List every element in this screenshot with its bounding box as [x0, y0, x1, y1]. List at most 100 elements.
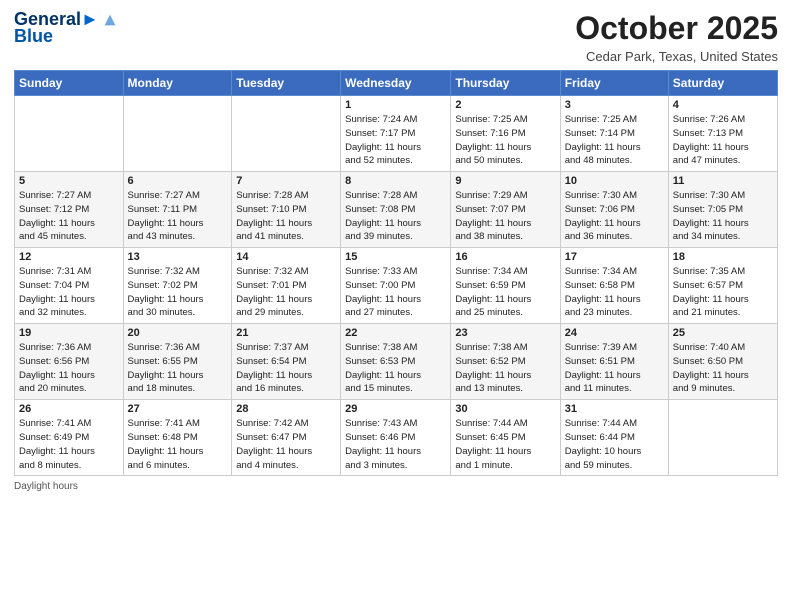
day-info: Sunrise: 7:43 AM Sunset: 6:46 PM Dayligh… — [345, 417, 446, 472]
day-number: 4 — [673, 99, 773, 111]
calendar-week-row: 5 Sunrise: 7:27 AM Sunset: 7:12 PM Daylig… — [15, 172, 778, 248]
day-number: 22 — [345, 327, 446, 339]
day-info: Sunrise: 7:28 AM Sunset: 7:10 PM Dayligh… — [236, 189, 336, 244]
day-number: 20 — [128, 327, 228, 339]
daylight-label: Daylight hours — [14, 481, 78, 492]
day-number: 12 — [19, 251, 119, 263]
col-friday: Friday — [560, 71, 668, 96]
day-info: Sunrise: 7:25 AM Sunset: 7:16 PM Dayligh… — [455, 113, 555, 168]
calendar-cell: 22 Sunrise: 7:38 AM Sunset: 6:53 PM Dayli… — [341, 324, 451, 400]
day-number: 16 — [455, 251, 555, 263]
calendar-cell — [15, 96, 124, 172]
calendar-cell: 19Sunrise: 7:36 AM Sunset: 6:56 PM Dayli… — [15, 324, 124, 400]
day-info: Sunrise: 7:35 AM Sunset: 6:57 PM Dayligh… — [673, 265, 773, 320]
day-info: Sunrise: 7:27 AM Sunset: 7:11 PM Dayligh… — [128, 189, 228, 244]
day-info: Sunrise: 7:34 AM Sunset: 6:58 PM Dayligh… — [565, 265, 664, 320]
calendar-cell: 25Sunrise: 7:40 AM Sunset: 6:50 PM Dayli… — [668, 324, 777, 400]
day-number: 11 — [673, 175, 773, 187]
day-info: Sunrise: 7:33 AM Sunset: 7:00 PM Dayligh… — [345, 265, 446, 320]
col-sunday: Sunday — [15, 71, 124, 96]
col-monday: Monday — [123, 71, 232, 96]
day-number: 13 — [128, 251, 228, 263]
day-number: 21 — [236, 327, 336, 339]
col-wednesday: Wednesday — [341, 71, 451, 96]
day-info: Sunrise: 7:36 AM Sunset: 6:56 PM Dayligh… — [19, 341, 119, 396]
day-info: Sunrise: 7:30 AM Sunset: 7:06 PM Dayligh… — [565, 189, 664, 244]
day-number: 17 — [565, 251, 664, 263]
calendar-cell: 15 Sunrise: 7:33 AM Sunset: 7:00 PM Dayli… — [341, 248, 451, 324]
calendar-cell: 17 Sunrise: 7:34 AM Sunset: 6:58 PM Dayli… — [560, 248, 668, 324]
calendar-cell: 12Sunrise: 7:31 AM Sunset: 7:04 PM Dayli… — [15, 248, 124, 324]
day-info: Sunrise: 7:44 AM Sunset: 6:45 PM Dayligh… — [455, 417, 555, 472]
day-info: Sunrise: 7:39 AM Sunset: 6:51 PM Dayligh… — [565, 341, 664, 396]
day-info: Sunrise: 7:41 AM Sunset: 6:48 PM Dayligh… — [128, 417, 228, 472]
day-number: 27 — [128, 403, 228, 415]
calendar-cell: 3Sunrise: 7:25 AM Sunset: 7:14 PM Daylig… — [560, 96, 668, 172]
calendar-cell: 9 Sunrise: 7:29 AM Sunset: 7:07 PM Daylig… — [451, 172, 560, 248]
day-number: 24 — [565, 327, 664, 339]
logo-icon — [101, 11, 119, 29]
day-info: Sunrise: 7:37 AM Sunset: 6:54 PM Dayligh… — [236, 341, 336, 396]
calendar-cell: 1 Sunrise: 7:24 AM Sunset: 7:17 PM Daylig… — [341, 96, 451, 172]
day-number: 1 — [345, 99, 446, 111]
footer: Daylight hours — [14, 481, 778, 492]
day-info: Sunrise: 7:36 AM Sunset: 6:55 PM Dayligh… — [128, 341, 228, 396]
calendar-cell: 5 Sunrise: 7:27 AM Sunset: 7:12 PM Daylig… — [15, 172, 124, 248]
day-number: 14 — [236, 251, 336, 263]
day-number: 6 — [128, 175, 228, 187]
page: General► Blue October 2025 Cedar Park, T… — [0, 0, 792, 612]
day-number: 5 — [19, 175, 119, 187]
header: General► Blue October 2025 Cedar Park, T… — [14, 10, 778, 64]
day-number: 28 — [236, 403, 336, 415]
day-number: 2 — [455, 99, 555, 111]
calendar-week-row: 19Sunrise: 7:36 AM Sunset: 6:56 PM Dayli… — [15, 324, 778, 400]
calendar-cell: 18Sunrise: 7:35 AM Sunset: 6:57 PM Dayli… — [668, 248, 777, 324]
calendar-cell: 28Sunrise: 7:42 AM Sunset: 6:47 PM Dayli… — [232, 400, 341, 476]
day-number: 15 — [345, 251, 446, 263]
day-info: Sunrise: 7:26 AM Sunset: 7:13 PM Dayligh… — [673, 113, 773, 168]
day-number: 7 — [236, 175, 336, 187]
calendar-cell: 14 Sunrise: 7:32 AM Sunset: 7:01 PM Dayli… — [232, 248, 341, 324]
day-number: 26 — [19, 403, 119, 415]
calendar-cell: 20 Sunrise: 7:36 AM Sunset: 6:55 PM Dayli… — [123, 324, 232, 400]
col-saturday: Saturday — [668, 71, 777, 96]
day-info: Sunrise: 7:44 AM Sunset: 6:44 PM Dayligh… — [565, 417, 664, 472]
day-number: 30 — [455, 403, 555, 415]
day-info: Sunrise: 7:41 AM Sunset: 6:49 PM Dayligh… — [19, 417, 119, 472]
calendar-cell: 24 Sunrise: 7:39 AM Sunset: 6:51 PM Dayli… — [560, 324, 668, 400]
day-info: Sunrise: 7:32 AM Sunset: 7:02 PM Dayligh… — [128, 265, 228, 320]
calendar-cell: 29 Sunrise: 7:43 AM Sunset: 6:46 PM Dayli… — [341, 400, 451, 476]
calendar-cell: 11 Sunrise: 7:30 AM Sunset: 7:05 PM Dayli… — [668, 172, 777, 248]
calendar-cell: 31Sunrise: 7:44 AM Sunset: 6:44 PM Dayli… — [560, 400, 668, 476]
calendar-cell: 27 Sunrise: 7:41 AM Sunset: 6:48 PM Dayli… — [123, 400, 232, 476]
day-info: Sunrise: 7:32 AM Sunset: 7:01 PM Dayligh… — [236, 265, 336, 320]
day-info: Sunrise: 7:27 AM Sunset: 7:12 PM Dayligh… — [19, 189, 119, 244]
day-info: Sunrise: 7:29 AM Sunset: 7:07 PM Dayligh… — [455, 189, 555, 244]
day-info: Sunrise: 7:38 AM Sunset: 6:53 PM Dayligh… — [345, 341, 446, 396]
day-number: 29 — [345, 403, 446, 415]
calendar-cell: 26 Sunrise: 7:41 AM Sunset: 6:49 PM Dayli… — [15, 400, 124, 476]
day-info: Sunrise: 7:40 AM Sunset: 6:50 PM Dayligh… — [673, 341, 773, 396]
calendar-cell: 6 Sunrise: 7:27 AM Sunset: 7:11 PM Daylig… — [123, 172, 232, 248]
day-info: Sunrise: 7:34 AM Sunset: 6:59 PM Dayligh… — [455, 265, 555, 320]
month-title: October 2025 — [575, 10, 778, 47]
calendar-week-row: 1 Sunrise: 7:24 AM Sunset: 7:17 PM Daylig… — [15, 96, 778, 172]
location: Cedar Park, Texas, United States — [575, 49, 778, 64]
calendar-cell — [668, 400, 777, 476]
day-info: Sunrise: 7:38 AM Sunset: 6:52 PM Dayligh… — [455, 341, 555, 396]
calendar-cell: 10 Sunrise: 7:30 AM Sunset: 7:06 PM Dayli… — [560, 172, 668, 248]
calendar-cell: 4 Sunrise: 7:26 AM Sunset: 7:13 PM Daylig… — [668, 96, 777, 172]
calendar-week-row: 26 Sunrise: 7:41 AM Sunset: 6:49 PM Dayli… — [15, 400, 778, 476]
day-number: 10 — [565, 175, 664, 187]
calendar-cell: 16 Sunrise: 7:34 AM Sunset: 6:59 PM Dayli… — [451, 248, 560, 324]
calendar-cell: 23Sunrise: 7:38 AM Sunset: 6:52 PM Dayli… — [451, 324, 560, 400]
calendar-week-row: 12Sunrise: 7:31 AM Sunset: 7:04 PM Dayli… — [15, 248, 778, 324]
day-info: Sunrise: 7:25 AM Sunset: 7:14 PM Dayligh… — [565, 113, 664, 168]
day-number: 9 — [455, 175, 555, 187]
day-info: Sunrise: 7:30 AM Sunset: 7:05 PM Dayligh… — [673, 189, 773, 244]
calendar-cell: 7 Sunrise: 7:28 AM Sunset: 7:10 PM Daylig… — [232, 172, 341, 248]
day-info: Sunrise: 7:24 AM Sunset: 7:17 PM Dayligh… — [345, 113, 446, 168]
calendar-cell: 13 Sunrise: 7:32 AM Sunset: 7:02 PM Dayli… — [123, 248, 232, 324]
calendar-header-row: Sunday Monday Tuesday Wednesday Thursday… — [15, 71, 778, 96]
calendar-cell — [123, 96, 232, 172]
